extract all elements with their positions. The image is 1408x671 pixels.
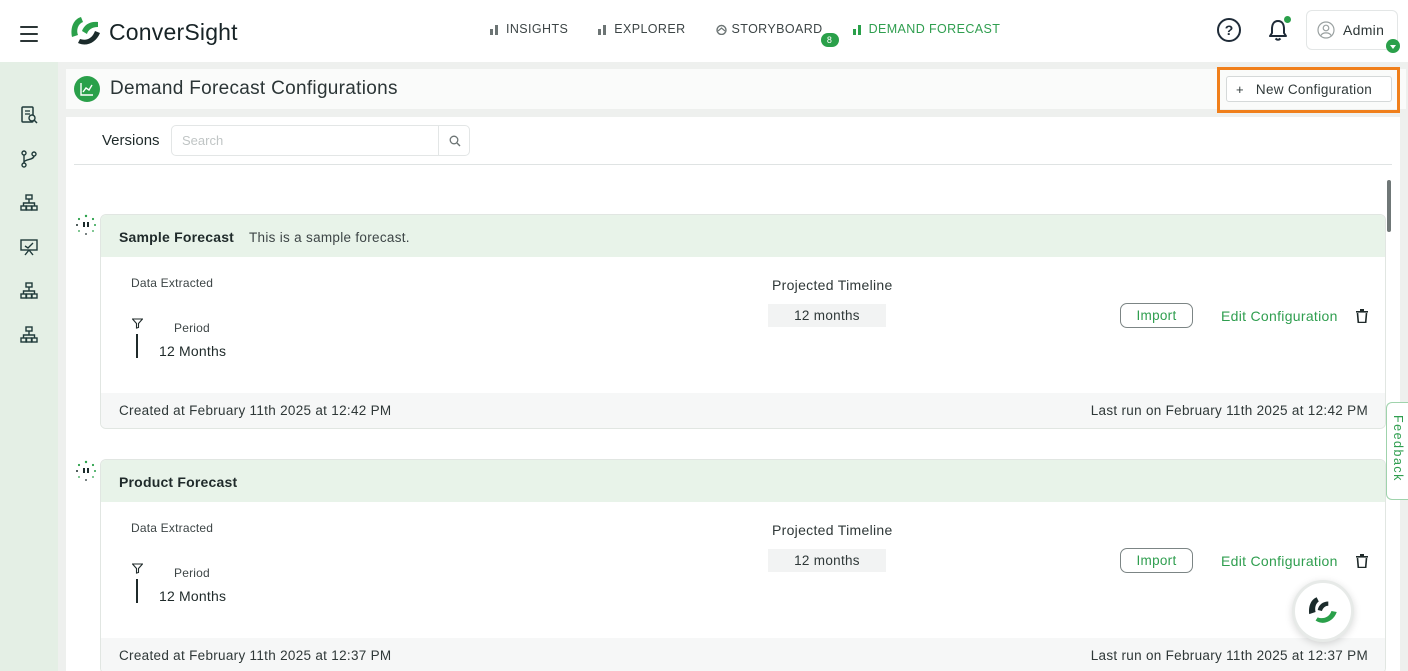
nav-storyboard[interactable]: STORYBOARD 8	[715, 22, 839, 47]
storyboard-count-badge: 8	[820, 33, 839, 47]
trash-icon[interactable]	[1356, 309, 1368, 323]
configuration-card: Sample Forecast This is a sample forecas…	[100, 214, 1386, 429]
import-button[interactable]: Import	[1120, 303, 1193, 328]
hierarchy-icon[interactable]	[20, 282, 38, 300]
app-logo[interactable]: ConverSight	[68, 15, 238, 49]
feedback-label: Feedback	[1391, 415, 1405, 482]
period-bar	[136, 334, 138, 358]
nav-insights-label: INSIGHTS	[506, 22, 569, 36]
search-button[interactable]	[438, 126, 470, 155]
data-extracted-label: Data Extracted	[131, 521, 214, 535]
notification-dot	[1284, 16, 1291, 23]
nav-explorer-label: EXPLORER	[614, 22, 686, 36]
bar-chart-icon	[598, 24, 607, 35]
configuration-card: Product Forecast Data Extracted Period 1…	[100, 459, 1386, 671]
branch-icon[interactable]	[20, 150, 38, 168]
plus-icon: +	[1236, 81, 1244, 97]
logo-text: ConverSight	[109, 18, 238, 45]
period-value: 12 Months	[159, 588, 227, 604]
configurations-panel: Versions Sample Forecast This is a sampl…	[66, 117, 1400, 671]
nav-storyboard-label: STORYBOARD	[731, 22, 823, 36]
card-header: Product Forecast	[101, 460, 1385, 502]
user-name: Admin	[1343, 22, 1385, 38]
feedback-tab[interactable]: Feedback	[1386, 402, 1408, 500]
created-timestamp: Created at February 11th 2025 at 12:42 P…	[119, 403, 392, 418]
filter-icon	[132, 563, 143, 574]
search-box	[171, 125, 470, 156]
help-circle-icon[interactable]: ?	[1217, 18, 1241, 42]
top-header: ConverSight INSIGHTS EXPLORER STORYBOARD…	[0, 0, 1408, 62]
data-extracted-label: Data Extracted	[131, 276, 214, 290]
edit-configuration-link[interactable]: Edit Configuration	[1221, 553, 1338, 569]
configuration-name: Sample Forecast	[119, 229, 235, 245]
period-label: Period	[174, 566, 210, 580]
period-bar	[136, 579, 138, 603]
created-timestamp: Created at February 11th 2025 at 12:37 P…	[119, 648, 392, 663]
presentation-check-icon[interactable]	[20, 238, 38, 256]
projected-timeline-label: Projected Timeline	[772, 522, 893, 538]
storyboard-icon	[715, 24, 727, 35]
chevron-down-icon[interactable]	[1386, 39, 1400, 53]
page-title: Demand Forecast Configurations	[110, 78, 398, 99]
period-label: Period	[174, 321, 210, 335]
nav-insights[interactable]: INSIGHTS	[490, 22, 568, 36]
report-search-icon[interactable]	[20, 106, 38, 124]
loading-spinner-icon	[76, 214, 96, 235]
card-footer: Created at February 11th 2025 at 12:42 P…	[101, 393, 1385, 428]
search-icon	[449, 135, 460, 146]
hierarchy-icon[interactable]	[20, 326, 38, 344]
last-run-timestamp: Last run on February 11th 2025 at 12:42 …	[1090, 403, 1368, 418]
card-header: Sample Forecast This is a sample forecas…	[101, 215, 1385, 257]
assistant-logo-icon	[1309, 597, 1337, 623]
loading-spinner-icon	[76, 460, 96, 481]
main-nav: INSIGHTS EXPLORER STORYBOARD 8 DEMAND FO…	[490, 22, 1030, 47]
left-sidebar	[0, 62, 58, 671]
configuration-name: Product Forecast	[119, 474, 238, 490]
card-footer: Created at February 11th 2025 at 12:37 P…	[101, 638, 1385, 671]
divider	[74, 164, 1392, 165]
main-content: Demand Forecast Configurations + New Con…	[58, 62, 1408, 671]
nav-explorer[interactable]: EXPLORER	[598, 22, 685, 36]
new-configuration-label: New Configuration	[1255, 81, 1373, 97]
configuration-description: This is a sample forecast.	[249, 230, 410, 245]
trash-icon[interactable]	[1356, 554, 1368, 568]
bar-chart-icon	[490, 24, 498, 35]
projected-timeline-label: Projected Timeline	[772, 277, 893, 293]
user-avatar-icon	[1317, 21, 1335, 39]
import-button[interactable]: Import	[1120, 548, 1193, 573]
forecast-chart-icon	[74, 76, 100, 102]
scrollbar-thumb[interactable]	[1387, 180, 1391, 232]
new-configuration-button[interactable]: + New Configuration	[1226, 76, 1392, 102]
bar-chart-icon	[852, 24, 861, 35]
assistant-launcher[interactable]	[1292, 580, 1354, 642]
menu-icon[interactable]	[20, 26, 38, 42]
hierarchy-icon[interactable]	[20, 194, 38, 212]
nav-demand-forecast[interactable]: DEMAND FORECAST	[852, 22, 1001, 36]
projected-timeline-value: 12 months	[768, 549, 886, 572]
conversight-logo-icon	[71, 17, 100, 45]
last-run-timestamp: Last run on February 11th 2025 at 12:37 …	[1090, 648, 1368, 663]
nav-demand-forecast-label: DEMAND FORECAST	[868, 22, 1001, 36]
versions-label: Versions	[102, 132, 160, 149]
search-input[interactable]	[172, 126, 438, 155]
user-menu[interactable]: Admin	[1306, 10, 1398, 50]
filter-icon	[132, 318, 143, 329]
edit-configuration-link[interactable]: Edit Configuration	[1221, 308, 1338, 324]
projected-timeline-value: 12 months	[768, 304, 886, 327]
period-value: 12 Months	[159, 343, 227, 359]
